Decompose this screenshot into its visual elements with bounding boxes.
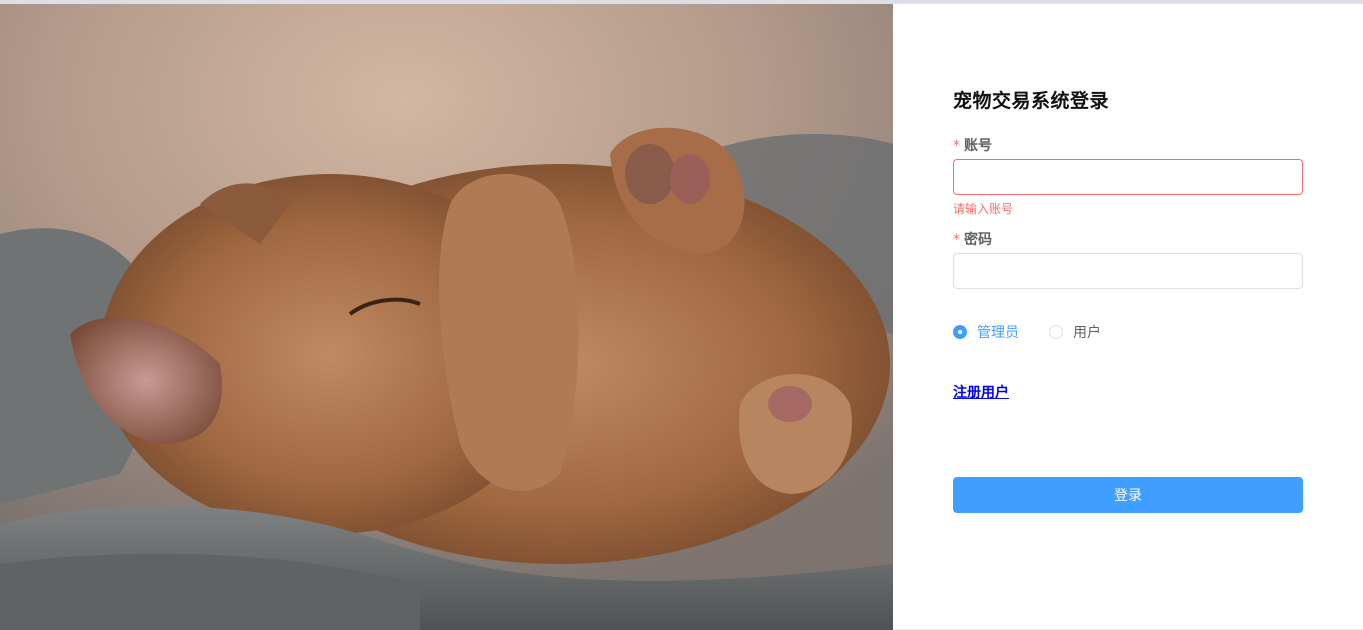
login-page: 宠物交易系统登录 * 账号 请输入账号 * 密码 管理员 用户 注册用户 登录: [0, 0, 1363, 630]
radio-checked-icon: [953, 325, 967, 339]
register-user-link[interactable]: 注册用户: [953, 382, 1009, 402]
account-label: * 账号: [953, 135, 992, 155]
kitten-hero-image: [0, 4, 893, 630]
password-label: * 密码: [953, 229, 992, 249]
login-panel: 宠物交易系统登录 * 账号 请输入账号 * 密码 管理员 用户 注册用户 登录: [893, 4, 1363, 630]
login-button[interactable]: 登录: [953, 477, 1303, 513]
role-radio-admin-label: 管理员: [977, 325, 1019, 341]
role-radio-user[interactable]: 用户: [1049, 322, 1101, 342]
account-label-text: 账号: [964, 138, 992, 154]
role-radio-user-label: 用户: [1073, 325, 1101, 341]
required-mark: *: [953, 232, 960, 248]
page-title: 宠物交易系统登录: [953, 90, 1110, 112]
role-radio-admin[interactable]: 管理员: [953, 322, 1019, 342]
radio-unchecked-icon: [1049, 325, 1063, 339]
account-error-message: 请输入账号: [953, 202, 1014, 216]
account-input[interactable]: [953, 159, 1303, 195]
required-mark: *: [953, 138, 960, 154]
password-label-text: 密码: [964, 232, 992, 248]
password-input[interactable]: [953, 253, 1303, 289]
